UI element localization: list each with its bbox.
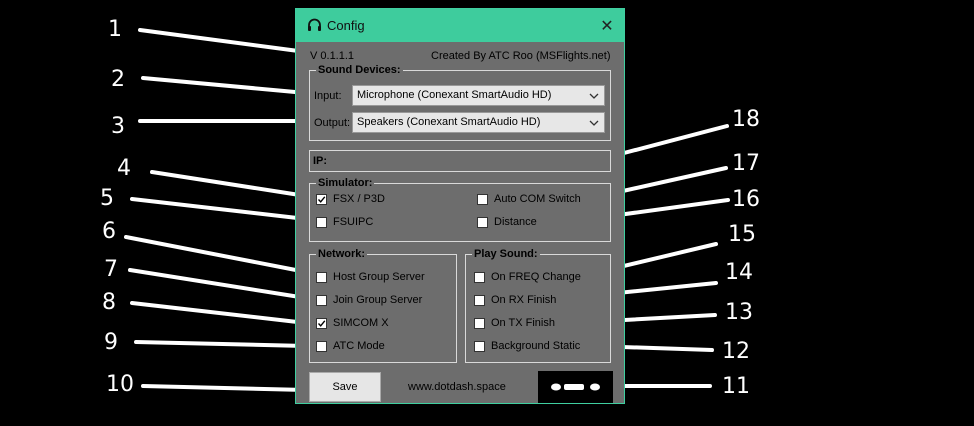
host-group-server-label: Host Group Server	[333, 271, 425, 283]
version-text: V 0.1.1.1	[310, 50, 355, 62]
callout-7: 7	[104, 257, 118, 282]
output-device-select[interactable]: Speakers (Conexant SmartAudio HD)	[352, 112, 605, 133]
save-button-label: Save	[332, 381, 358, 393]
website-link[interactable]: www.dotdash.space	[408, 381, 506, 393]
background-static-checkbox[interactable]: Background Static	[474, 340, 580, 352]
callout-8: 8	[102, 290, 116, 315]
checkbox-box	[477, 216, 488, 228]
callout-10: 10	[106, 372, 134, 397]
input-device-select[interactable]: Microphone (Conexant SmartAudio HD)	[352, 85, 605, 106]
host-group-server-checkbox[interactable]: Host Group Server	[316, 271, 425, 283]
checkbox-box	[477, 193, 488, 205]
callout-3: 3	[111, 114, 125, 139]
fsuipc-checkbox[interactable]: FSUIPC	[316, 216, 373, 228]
dotdash-logo	[538, 371, 613, 403]
window-title: Config	[327, 18, 365, 33]
close-icon: ✕	[600, 18, 614, 35]
checkmark-icon	[317, 195, 326, 203]
checkbox-box	[474, 271, 485, 283]
on-rx-finish-checkbox[interactable]: On RX Finish	[474, 294, 556, 306]
on-freq-change-checkbox[interactable]: On FREQ Change	[474, 271, 581, 283]
save-button[interactable]: Save	[309, 372, 381, 402]
ip-label: IP:	[313, 155, 328, 167]
on-freq-change-label: On FREQ Change	[491, 271, 581, 283]
callout-2: 2	[111, 67, 125, 92]
on-rx-finish-label: On RX Finish	[491, 294, 557, 306]
input-device-value: Microphone (Conexant SmartAudio HD)	[357, 89, 552, 101]
output-label: Output:	[314, 117, 351, 129]
callout-17: 17	[732, 151, 760, 176]
callout-15: 15	[728, 222, 756, 247]
credit-text: Created By ATC Roo (MSFlights.net)	[431, 50, 611, 62]
simcom-x-label: SIMCOM X	[333, 317, 389, 329]
join-group-server-label: Join Group Server	[333, 294, 423, 306]
callout-9: 9	[104, 330, 118, 355]
fsuipc-label: FSUIPC	[333, 216, 374, 228]
config-window: Config ✕ V 0.1.1.1 Created By ATC Roo (M…	[295, 8, 625, 404]
fsx-p3d-checkbox[interactable]: FSX / P3D	[316, 193, 385, 205]
checkmark-icon	[317, 319, 326, 327]
callout-6: 6	[102, 219, 116, 244]
callout-5: 5	[100, 186, 114, 211]
auto-com-switch-checkbox[interactable]: Auto COM Switch	[477, 193, 581, 205]
join-group-server-checkbox[interactable]: Join Group Server	[316, 294, 422, 306]
callout-12: 12	[722, 339, 750, 364]
distance-checkbox[interactable]: Distance	[477, 216, 537, 228]
simcom-x-checkbox[interactable]: SIMCOM X	[316, 317, 389, 329]
distance-label: Distance	[494, 216, 537, 228]
headset-icon	[308, 18, 321, 31]
callout-14: 14	[725, 260, 753, 285]
checkbox-box	[316, 317, 327, 329]
checkbox-box	[316, 340, 327, 352]
ip-field[interactable]: IP:	[309, 150, 611, 172]
checkbox-box	[474, 317, 485, 329]
callout-16: 16	[732, 187, 760, 212]
title-bar[interactable]: Config ✕	[296, 9, 624, 42]
atc-mode-label: ATC Mode	[333, 340, 385, 352]
callout-13: 13	[725, 300, 753, 325]
auto-com-switch-label: Auto COM Switch	[494, 193, 581, 205]
callout-4: 4	[117, 156, 131, 181]
callout-1: 1	[108, 17, 122, 42]
checkbox-box	[316, 294, 327, 306]
chevron-down-icon	[589, 120, 599, 126]
input-label: Input:	[314, 90, 342, 102]
checkbox-box	[316, 271, 327, 283]
checkbox-box	[316, 193, 327, 205]
play-sound-title: Play Sound:	[472, 248, 540, 261]
checkbox-box	[474, 340, 485, 352]
callout-18: 18	[732, 107, 760, 132]
chevron-down-icon	[589, 93, 599, 99]
atc-mode-checkbox[interactable]: ATC Mode	[316, 340, 385, 352]
simulator-title: Simulator:	[316, 177, 375, 190]
fsx-p3d-label: FSX / P3D	[333, 193, 385, 205]
on-tx-finish-label: On TX Finish	[491, 317, 555, 329]
sound-devices-title: Sound Devices:	[316, 64, 403, 77]
on-tx-finish-checkbox[interactable]: On TX Finish	[474, 317, 555, 329]
background-static-label: Background Static	[491, 340, 581, 352]
checkbox-box	[316, 216, 327, 228]
close-button[interactable]: ✕	[596, 15, 618, 37]
network-title: Network:	[316, 248, 368, 261]
simulator-group: Simulator:	[309, 177, 611, 242]
dot-dash-dot-icon	[551, 383, 600, 391]
output-device-value: Speakers (Conexant SmartAudio HD)	[357, 116, 541, 128]
callout-11: 11	[722, 374, 750, 399]
checkbox-box	[474, 294, 485, 306]
